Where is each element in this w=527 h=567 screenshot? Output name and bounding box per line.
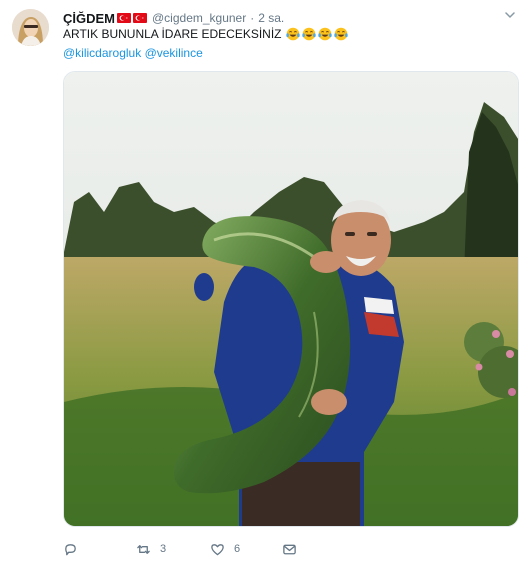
retweet-icon xyxy=(137,544,150,554)
turkey-flag-icon xyxy=(133,13,147,23)
reply-button[interactable] xyxy=(63,539,87,559)
tweet[interactable]: ÇİĞDEM @cigdem_kguner · 2 sa. ARTIK BUNU… xyxy=(0,0,527,567)
author-handle[interactable]: @cigdem_kguner xyxy=(152,11,246,25)
timestamp[interactable]: 2 sa. xyxy=(258,11,284,25)
retweet-button[interactable]: 3 xyxy=(136,539,166,559)
avatar[interactable] xyxy=(12,9,49,46)
tears-of-joy-emoji-icon xyxy=(317,27,332,41)
envelope-icon xyxy=(283,544,296,554)
mentions-row: @kilicdarogluk @vekilince xyxy=(63,46,203,60)
tears-of-joy-emoji-icon xyxy=(285,27,300,41)
mention-link[interactable]: @kilicdarogluk xyxy=(63,46,141,60)
direct-message-button[interactable] xyxy=(282,539,306,559)
tweet-photo[interactable] xyxy=(63,71,519,527)
chevron-down-icon[interactable] xyxy=(504,9,516,21)
separator-dot: · xyxy=(250,11,255,25)
emoji-group xyxy=(285,27,348,41)
avatar-image xyxy=(12,9,49,46)
mention-link[interactable]: @vekilince xyxy=(145,46,203,60)
like-count: 6 xyxy=(234,543,241,555)
author-name[interactable]: ÇİĞDEM xyxy=(63,11,115,26)
tears-of-joy-emoji-icon xyxy=(301,27,316,41)
tweet-text: ARTIK BUNUNLA İDARE EDECEKSİNİZ xyxy=(63,27,282,41)
tweet-actions: 3 6 xyxy=(63,539,323,559)
like-button[interactable]: 6 xyxy=(210,539,240,559)
turkey-flag-icon xyxy=(117,13,131,23)
tweet-text-row: ARTIK BUNUNLA İDARE EDECEKSİNİZ xyxy=(63,27,348,41)
retweet-count: 3 xyxy=(160,543,167,555)
tears-of-joy-emoji-icon xyxy=(333,27,348,41)
photo-man-holding-giant-cucumber xyxy=(64,72,518,526)
tweet-header: ÇİĞDEM @cigdem_kguner · 2 sa. xyxy=(63,9,284,27)
reply-icon xyxy=(65,543,76,555)
heart-icon xyxy=(211,543,224,555)
